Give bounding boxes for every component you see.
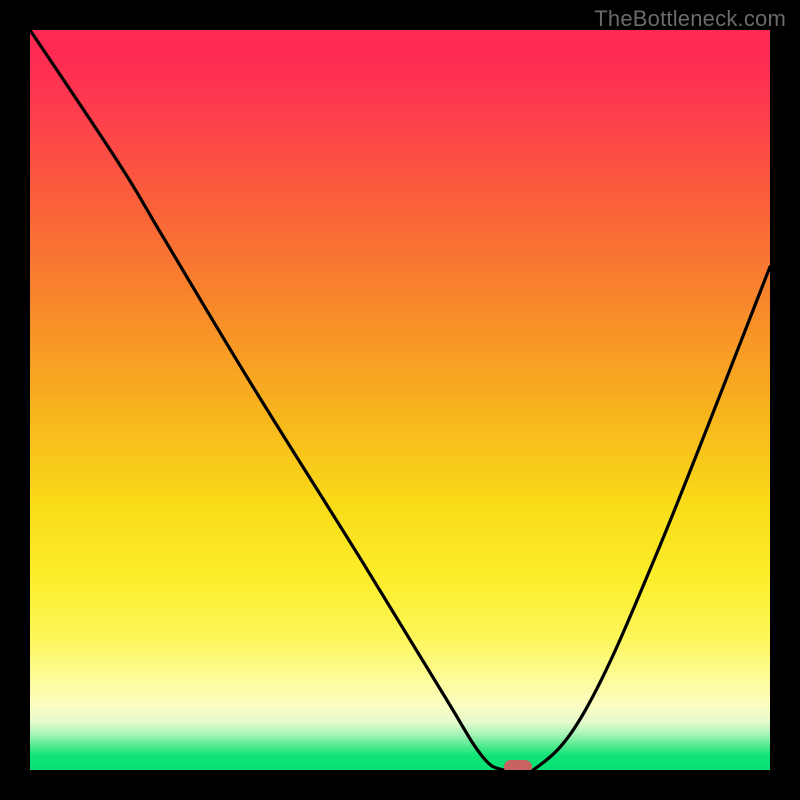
chart-frame: TheBottleneck.com	[0, 0, 800, 800]
bottleneck-curve	[30, 30, 770, 770]
watermark-text: TheBottleneck.com	[594, 6, 786, 32]
optimum-marker	[504, 760, 532, 770]
plot-area	[30, 30, 770, 770]
